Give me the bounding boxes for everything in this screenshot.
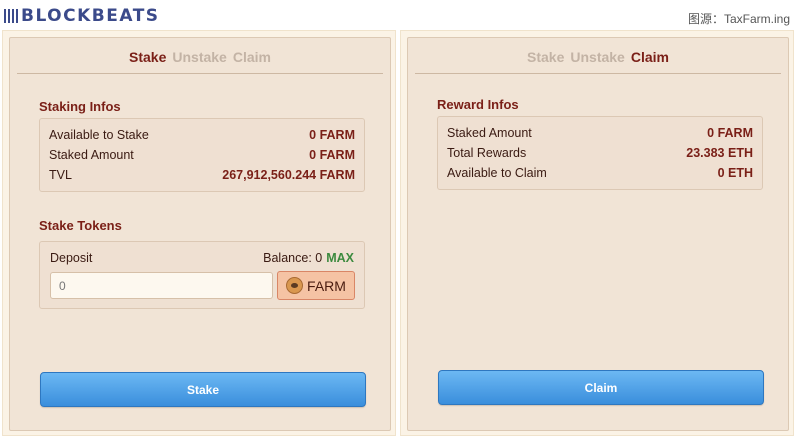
header-bar: BLOCKBEATS 图源：TaxFarm.ing <box>0 0 800 30</box>
info-value: 0 ETH <box>717 166 753 180</box>
info-row: Staked Amount 0 FARM <box>447 123 753 143</box>
tab-unstake[interactable]: Unstake <box>172 49 226 65</box>
deposit-label: Deposit <box>50 251 93 265</box>
tab-stake[interactable]: Stake <box>527 49 564 65</box>
tab-unstake[interactable]: Unstake <box>570 49 624 65</box>
info-value: 267,912,560.244 FARM <box>222 168 355 182</box>
stake-tokens-title: Stake Tokens <box>39 218 122 233</box>
balance-display: Balance: 0 MAX <box>263 251 354 265</box>
info-value: 0 FARM <box>309 128 355 142</box>
tab-divider <box>415 73 781 74</box>
deposit-amount-input[interactable] <box>50 272 273 299</box>
info-row: Staked Amount 0 FARM <box>49 145 355 165</box>
staking-infos-box: Available to Stake 0 FARM Staked Amount … <box>39 118 365 192</box>
stake-panel-tabs: Stake Unstake Claim <box>10 38 390 75</box>
tab-claim[interactable]: Claim <box>631 49 669 65</box>
tab-claim[interactable]: Claim <box>233 49 271 65</box>
image-source-label: 图源：TaxFarm.ing <box>687 12 790 26</box>
staking-infos-title: Staking Infos <box>39 99 121 114</box>
farm-token-icon <box>286 277 304 294</box>
info-row: Available to Claim 0 ETH <box>447 163 753 183</box>
info-row: Available to Stake 0 FARM <box>49 125 355 145</box>
balance-label: Balance: 0 <box>263 251 323 265</box>
reward-infos-title: Reward Infos <box>437 97 519 112</box>
stake-panel: Stake Unstake Claim Staking Infos Availa… <box>9 37 391 431</box>
max-button[interactable]: MAX <box>326 251 354 265</box>
info-value: 0 FARM <box>309 148 355 162</box>
info-label: Available to Claim <box>447 166 547 180</box>
stake-frame: Stake Unstake Claim Staking Infos Availa… <box>2 30 396 436</box>
claim-frame: Stake Unstake Claim Reward Infos Staked … <box>400 30 794 436</box>
info-row: Total Rewards 23.383 ETH <box>447 143 753 163</box>
deposit-box: Deposit Balance: 0MAX FARM <box>39 241 365 309</box>
info-label: TVL <box>49 168 72 182</box>
info-value: 0 FARM <box>707 126 753 140</box>
logo-mark-icon <box>4 7 18 25</box>
tab-divider <box>17 73 383 74</box>
info-row: TVL 267,912,560.244 FARM <box>49 165 355 185</box>
info-label: Available to Stake <box>49 128 149 142</box>
blockbeats-logo: BLOCKBEATS <box>4 6 160 26</box>
claim-button[interactable]: Claim <box>438 370 764 405</box>
info-label: Total Rewards <box>447 146 527 160</box>
token-select-button[interactable]: FARM <box>277 271 355 300</box>
tab-stake[interactable]: Stake <box>129 49 166 65</box>
info-label: Staked Amount <box>49 148 134 162</box>
claim-panel: Stake Unstake Claim Reward Infos Staked … <box>407 37 789 431</box>
logo-text: BLOCKBEATS <box>21 6 160 26</box>
claim-panel-tabs: Stake Unstake Claim <box>408 38 788 75</box>
stake-button[interactable]: Stake <box>40 372 366 407</box>
info-value: 23.383 ETH <box>686 146 753 160</box>
info-label: Staked Amount <box>447 126 532 140</box>
token-label: FARM <box>307 277 346 294</box>
reward-infos-box: Staked Amount 0 FARM Total Rewards 23.38… <box>437 116 763 190</box>
